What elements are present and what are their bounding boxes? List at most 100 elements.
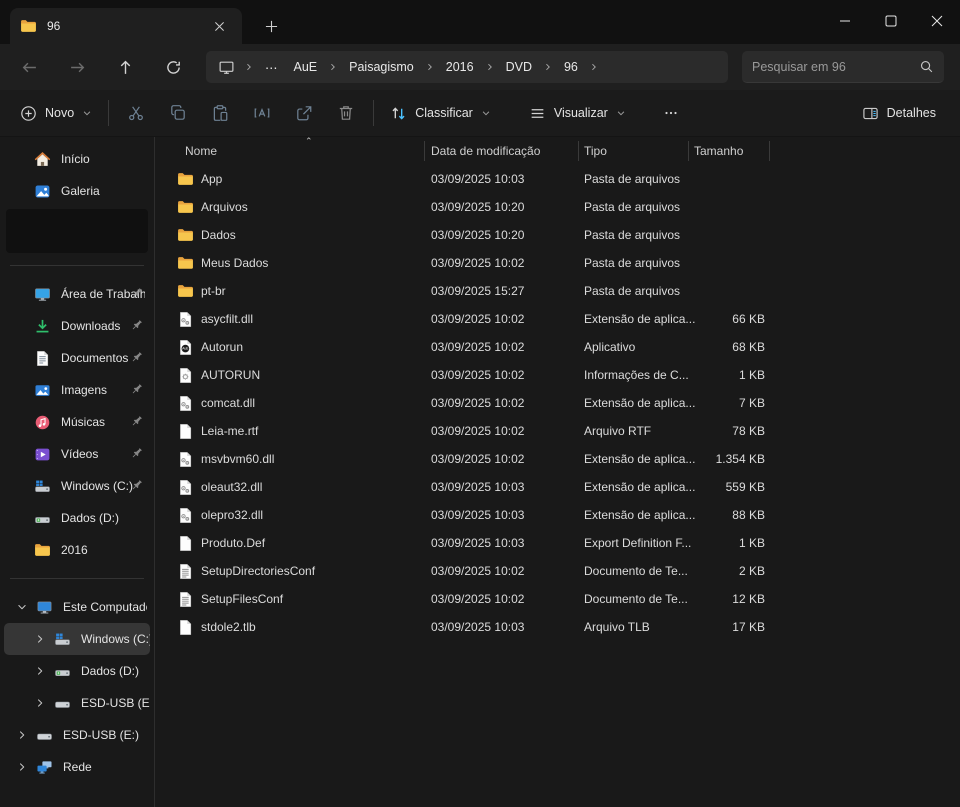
file-row[interactable]: AUTORUN03/09/2025 10:02Informações de C.… xyxy=(155,361,960,389)
breadcrumb-item[interactable]: 96 xyxy=(556,54,586,80)
sidebar-item-dados-d[interactable]: Dados (D:) xyxy=(4,655,150,687)
column-header-size[interactable]: Tamanho xyxy=(694,137,743,165)
chevron-right-icon[interactable] xyxy=(16,760,30,774)
breadcrumb-item[interactable]: Paisagismo xyxy=(341,54,422,80)
details-pane-button[interactable]: Detalhes xyxy=(852,96,946,130)
file-row[interactable]: pt-br03/09/2025 15:27Pasta de arquivos xyxy=(155,277,960,305)
file-row[interactable]: SetupFilesConf03/09/2025 10:02Documento … xyxy=(155,585,960,613)
sidebar-item-label: Vídeos xyxy=(61,447,98,461)
maximize-button[interactable] xyxy=(868,0,914,42)
sort-button[interactable]: Classificar xyxy=(380,96,501,130)
new-tab-button[interactable] xyxy=(256,12,286,40)
chevron-right-icon[interactable] xyxy=(34,664,48,678)
file-row[interactable]: Arquivos03/09/2025 10:20Pasta de arquivo… xyxy=(155,193,960,221)
sidebar-item-downloads[interactable]: Downloads xyxy=(4,310,150,342)
chevron-right-icon[interactable] xyxy=(482,59,498,75)
sidebar-item-2016[interactable]: 2016 xyxy=(4,534,150,566)
file-row[interactable]: Meus Dados03/09/2025 10:02Pasta de arqui… xyxy=(155,249,960,277)
chevron-right-icon[interactable] xyxy=(16,728,30,742)
sidebar-item-v-deos[interactable]: Vídeos xyxy=(4,438,150,470)
this-pc-icon[interactable] xyxy=(212,59,241,76)
search-box[interactable] xyxy=(742,51,944,83)
chevron-right-icon[interactable] xyxy=(241,59,257,75)
file-row[interactable]: App03/09/2025 10:03Pasta de arquivos xyxy=(155,165,960,193)
chevron-down-icon xyxy=(82,108,92,118)
column-header-name[interactable]: Nome xyxy=(185,137,217,165)
share-button[interactable] xyxy=(283,96,325,130)
file-row[interactable]: msvbvm60.dll03/09/2025 10:02Extensão de … xyxy=(155,445,960,473)
breadcrumb-overflow-button[interactable]: ⋯ xyxy=(257,54,286,80)
chevron-right-icon[interactable] xyxy=(586,59,602,75)
file-row[interactable]: Dados03/09/2025 10:20Pasta de arquivos xyxy=(155,221,960,249)
column-divider[interactable] xyxy=(578,141,579,161)
drive-data-icon xyxy=(54,663,71,680)
file-size: 2 KB xyxy=(625,564,765,578)
sidebar-item-in-cio[interactable]: Início xyxy=(4,143,150,175)
pin-icon xyxy=(129,478,144,493)
chevron-right-icon[interactable] xyxy=(540,59,556,75)
file-type: Pasta de arquivos xyxy=(584,172,680,186)
breadcrumb-item[interactable]: 2016 xyxy=(438,54,482,80)
refresh-button[interactable] xyxy=(156,51,190,83)
file-row[interactable]: Produto.Def03/09/2025 10:03Export Defini… xyxy=(155,529,960,557)
chevron-right-icon[interactable] xyxy=(34,632,48,646)
sidebar-item-documentos[interactable]: Documentos xyxy=(4,342,150,374)
file-row[interactable]: stdole2.tlb03/09/2025 10:03Arquivo TLB17… xyxy=(155,613,960,641)
file-row[interactable]: asycfilt.dll03/09/2025 10:02Extensão de … xyxy=(155,305,960,333)
forward-button[interactable] xyxy=(60,51,94,83)
paste-button[interactable] xyxy=(199,96,241,130)
sidebar-item-rede[interactable]: Rede xyxy=(4,751,150,783)
tab-close-icon[interactable] xyxy=(206,15,232,37)
sidebar-item-dados-d[interactable]: Dados (D:) xyxy=(4,502,150,534)
up-button[interactable] xyxy=(108,51,142,83)
column-divider[interactable] xyxy=(688,141,689,161)
file-row[interactable]: comcat.dll03/09/2025 10:02Extensão de ap… xyxy=(155,389,960,417)
sidebar-item-m-sicas[interactable]: Músicas xyxy=(4,406,150,438)
column-divider[interactable] xyxy=(769,141,770,161)
explorer-tab[interactable]: 96 xyxy=(10,8,242,44)
more-options-button[interactable] xyxy=(650,96,692,130)
column-divider[interactable] xyxy=(424,141,425,161)
search-input[interactable] xyxy=(752,60,919,74)
chevron-right-icon[interactable] xyxy=(34,696,48,710)
cut-button[interactable] xyxy=(115,96,157,130)
chevron-right-icon[interactable] xyxy=(422,59,438,75)
sidebar-item-esd-usb-e[interactable]: ESD-USB (E:) xyxy=(4,687,150,719)
file-size: 7 KB xyxy=(625,396,765,410)
chevron-down-icon[interactable] xyxy=(16,600,30,614)
dll-icon xyxy=(177,479,194,496)
details-pane-label: Detalhes xyxy=(887,106,936,120)
file-row[interactable]: SetupDirectoriesConf03/09/2025 10:02Docu… xyxy=(155,557,960,585)
sidebar-item-esd-usb-e[interactable]: ESD-USB (E:) xyxy=(4,719,150,751)
copy-button[interactable] xyxy=(157,96,199,130)
sidebar-item-rea-de-trabalho[interactable]: Área de Trabalho xyxy=(4,278,150,310)
file-date: 03/09/2025 10:02 xyxy=(431,424,524,438)
file-row[interactable]: Leia-me.rtf03/09/2025 10:02Arquivo RTF78… xyxy=(155,417,960,445)
pin-icon xyxy=(129,286,144,301)
column-header-type[interactable]: Tipo xyxy=(584,137,607,165)
view-button-label: Visualizar xyxy=(554,106,608,120)
file-date: 03/09/2025 10:02 xyxy=(431,592,524,606)
sidebar-item-windows-c[interactable]: Windows (C:) xyxy=(4,470,150,502)
sidebar-item-galeria[interactable]: Galeria xyxy=(4,175,150,207)
view-button[interactable]: Visualizar xyxy=(519,96,636,130)
minimize-button[interactable] xyxy=(822,0,868,42)
sidebar-item-windows-c[interactable]: Windows (C:) xyxy=(4,623,150,655)
breadcrumb-item[interactable]: AuE xyxy=(286,54,326,80)
sidebar-item-este-computador[interactable]: Este Computador xyxy=(4,591,150,623)
file-type: Pasta de arquivos xyxy=(584,284,680,298)
delete-button[interactable] xyxy=(325,96,367,130)
rename-button[interactable] xyxy=(241,96,283,130)
chevron-right-icon[interactable] xyxy=(325,59,341,75)
back-button[interactable] xyxy=(12,51,46,83)
file-row[interactable]: AuEAutorun03/09/2025 10:02Aplicativo68 K… xyxy=(155,333,960,361)
close-button[interactable] xyxy=(914,0,960,42)
column-header-date[interactable]: Data de modificação xyxy=(431,137,540,165)
file-row[interactable]: oleaut32.dll03/09/2025 10:03Extensão de … xyxy=(155,473,960,501)
file-list-area: ⌃ Nome Data de modificação Tipo Tamanho … xyxy=(155,137,960,807)
new-button[interactable]: Novo xyxy=(10,96,102,130)
file-name: Autorun xyxy=(201,340,243,354)
breadcrumb-item[interactable]: DVD xyxy=(498,54,540,80)
file-row[interactable]: olepro32.dll03/09/2025 10:03Extensão de … xyxy=(155,501,960,529)
sidebar-item-imagens[interactable]: Imagens xyxy=(4,374,150,406)
